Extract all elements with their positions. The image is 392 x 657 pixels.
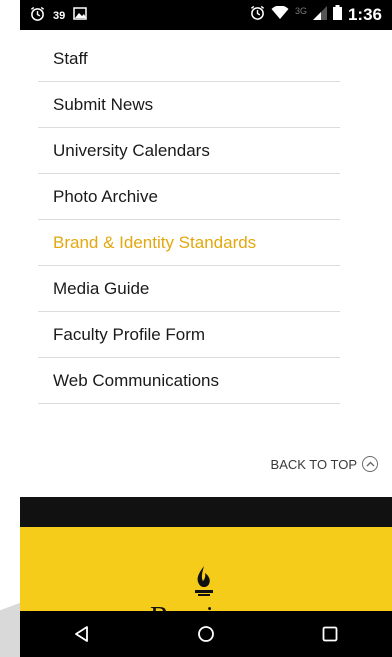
menu-item-staff[interactable]: Staff [38, 36, 340, 82]
menu-item-university-calendars[interactable]: University Calendars [38, 128, 340, 174]
status-right: 3G 1:36 [250, 4, 382, 25]
torch-flame-icon [192, 565, 216, 604]
alarm-icon [250, 5, 265, 25]
screen: 39 3G 1:36 Staff Submit News University … [0, 0, 392, 657]
back-to-top-link[interactable]: BACK TO TOP [271, 456, 378, 472]
status-left: 39 [30, 6, 87, 26]
android-nav-bar [20, 611, 392, 657]
menu-item-media-guide[interactable]: Media Guide [38, 266, 340, 312]
menu-item-brand-identity-standards[interactable]: Brand & Identity Standards [38, 220, 340, 266]
battery-icon [332, 5, 342, 25]
menu-list: Staff Submit News University Calendars P… [38, 36, 340, 404]
image-icon [73, 7, 87, 25]
menu-item-faculty-profile-form[interactable]: Faculty Profile Form [38, 312, 340, 358]
signal-icon [312, 5, 327, 25]
home-icon[interactable] [186, 614, 226, 654]
temperature-indicator: 39 [53, 10, 66, 22]
recents-icon[interactable] [310, 614, 350, 654]
wifi-icon [271, 4, 289, 25]
menu-item-web-communications[interactable]: Web Communications [38, 358, 340, 404]
network-type: 3G [294, 6, 307, 16]
menu-item-photo-archive[interactable]: Photo Archive [38, 174, 340, 220]
alarm-icon [30, 6, 45, 26]
clock: 1:36 [347, 5, 382, 24]
menu-item-submit-news[interactable]: Submit News [38, 82, 340, 128]
phone-screen: 39 3G 1:36 Staff Submit News University … [20, 0, 392, 657]
back-to-top-label: BACK TO TOP [270, 456, 357, 472]
status-bar: 39 3G 1:36 [20, 0, 392, 30]
footer-band [20, 497, 392, 527]
footer-logo-area: Bowie [20, 527, 392, 612]
back-icon[interactable] [62, 614, 102, 654]
chevron-up-icon [362, 456, 378, 472]
